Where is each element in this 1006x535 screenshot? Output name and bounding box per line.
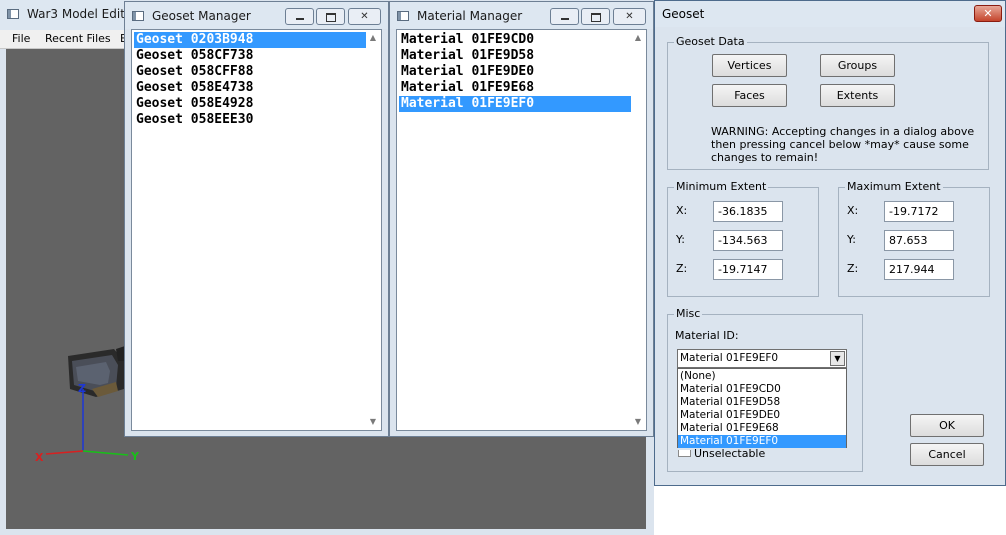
cancel-button[interactable]: Cancel [910, 443, 984, 466]
axis-z-label: Z [78, 382, 86, 395]
scroll-down-icon[interactable]: ▼ [633, 417, 643, 427]
min-x-field[interactable]: -36.1835 [713, 201, 783, 222]
material-id-selected: Material 01FE9EF0 [680, 352, 779, 364]
close-icon: ✕ [625, 11, 634, 22]
material-id-select[interactable]: Material 01FE9EF0 ▼ [677, 349, 847, 368]
scroll-up-icon[interactable]: ▲ [633, 33, 643, 43]
minimize-button[interactable] [550, 8, 579, 25]
axis-x-line [45, 450, 84, 455]
close-button[interactable]: ✕ [348, 8, 381, 25]
model-mesh [68, 345, 128, 397]
list-scrollbar[interactable]: ▲ ▼ [631, 30, 646, 430]
minimize-button[interactable] [285, 8, 314, 25]
dropdown-option[interactable]: (None) [678, 370, 846, 383]
material-list[interactable]: Material 01FE9CD0 Material 01FE9D58 Mate… [396, 29, 647, 431]
min-z-label: Z: [676, 262, 688, 275]
warning-line-3: changes to remain! [711, 151, 819, 164]
max-z-field[interactable]: 217.944 [884, 259, 954, 280]
geoset-dialog: Geoset ✕ Geoset Data Vertices Groups Fac… [654, 0, 1006, 486]
app-icon [7, 9, 19, 19]
material-manager-window: Material Manager ✕ Material 01FE9CD0 Mat… [389, 1, 654, 437]
list-item[interactable]: Geoset 058EEE30 [134, 112, 366, 128]
warning-line-2: then pressing cancel below *may* cause s… [711, 138, 969, 151]
groups-button[interactable]: Groups [820, 54, 895, 77]
dropdown-option[interactable]: Material 01FE9E68 [678, 422, 846, 435]
geoset-dialog-titlebar[interactable]: Geoset ✕ [655, 1, 1005, 27]
window-icon [397, 11, 409, 21]
list-item[interactable]: Material 01FE9D58 [399, 48, 631, 64]
scroll-down-icon[interactable]: ▼ [368, 417, 378, 427]
faces-button[interactable]: Faces [712, 84, 787, 107]
maximize-button[interactable] [581, 8, 610, 25]
material-id-label: Material ID: [675, 329, 739, 342]
main-titlebar[interactable]: War3 Model Editor [0, 0, 137, 30]
maximum-extent-group: Maximum Extent X: Y: Z: -19.7172 87.653 … [838, 180, 990, 297]
min-y-label: Y: [676, 233, 685, 246]
dialog-close-button[interactable]: ✕ [974, 5, 1002, 22]
chevron-down-icon[interactable]: ▼ [830, 351, 845, 366]
dropdown-option[interactable]: Material 01FE9DE0 [678, 409, 846, 422]
list-item[interactable]: Geoset 058CF738 [134, 48, 366, 64]
vertices-button[interactable]: Vertices [712, 54, 787, 77]
axis-y-line [82, 450, 129, 456]
scroll-up-icon[interactable]: ▲ [368, 33, 378, 43]
maximum-extent-label: Maximum Extent [845, 180, 943, 193]
min-y-field[interactable]: -134.563 [713, 230, 783, 251]
minimum-extent-label: Minimum Extent [674, 180, 769, 193]
list-item[interactable]: Geoset 0203B948 [134, 32, 366, 48]
unselectable-checkbox[interactable] [678, 450, 691, 457]
min-z-field[interactable]: -19.7147 [713, 259, 783, 280]
extents-button[interactable]: Extents [820, 84, 895, 107]
main-window-title: War3 Model Editor [27, 7, 138, 21]
axis-x-label: X [35, 451, 44, 464]
max-z-label: Z: [847, 262, 859, 275]
menu-recent-files[interactable]: Recent Files [45, 32, 111, 45]
misc-group: Misc Material ID: Material 01FE9EF0 ▼ (N… [667, 307, 863, 472]
minimum-extent-group: Minimum Extent X: Y: Z: -36.1835 -134.56… [667, 180, 819, 297]
geoset-manager-titlebar[interactable]: Geoset Manager ✕ [125, 2, 388, 29]
material-manager-titlebar[interactable]: Material Manager ✕ [390, 2, 653, 29]
max-y-label: Y: [847, 233, 856, 246]
max-y-field[interactable]: 87.653 [884, 230, 954, 251]
geoset-dialog-title: Geoset [662, 7, 705, 21]
list-scrollbar[interactable]: ▲ ▼ [366, 30, 381, 430]
window-icon [132, 11, 144, 21]
dropdown-option[interactable]: Material 01FE9CD0 [678, 383, 846, 396]
warning-line-1: WARNING: Accepting changes in a dialog a… [711, 125, 975, 138]
min-x-label: X: [676, 204, 688, 217]
material-id-dropdown[interactable]: (None) Material 01FE9CD0 Material 01FE9D… [677, 368, 847, 448]
list-item[interactable]: Material 01FE9EF0 [399, 96, 631, 112]
ok-button[interactable]: OK [910, 414, 984, 437]
list-item[interactable]: Material 01FE9DE0 [399, 64, 631, 80]
axis-y-label: Y [130, 450, 140, 463]
geoset-list[interactable]: Geoset 0203B948 Geoset 058CF738 Geoset 0… [131, 29, 382, 431]
max-x-field[interactable]: -19.7172 [884, 201, 954, 222]
geoset-manager-title: Geoset Manager [152, 9, 251, 23]
close-button[interactable]: ✕ [613, 8, 646, 25]
geoset-manager-window: Geoset Manager ✕ Geoset 0203B948 Geoset … [124, 1, 389, 437]
unselectable-label: Unselectable [694, 447, 766, 460]
maximize-button[interactable] [316, 8, 345, 25]
list-item[interactable]: Geoset 058E4928 [134, 96, 366, 112]
close-icon: ✕ [983, 7, 993, 20]
close-icon: ✕ [360, 11, 369, 22]
list-item[interactable]: Geoset 058E4738 [134, 80, 366, 96]
list-item[interactable]: Geoset 058CFF88 [134, 64, 366, 80]
menu-bar: File Recent Files E [0, 30, 130, 49]
misc-label: Misc [674, 307, 703, 320]
max-x-label: X: [847, 204, 859, 217]
geoset-data-label: Geoset Data [674, 35, 747, 48]
list-item[interactable]: Material 01FE9E68 [399, 80, 631, 96]
list-item[interactable]: Material 01FE9CD0 [399, 32, 631, 48]
material-manager-title: Material Manager [417, 9, 523, 23]
menu-file[interactable]: File [12, 32, 30, 45]
geoset-data-group: Geoset Data Vertices Groups Faces Extent… [667, 35, 989, 170]
dropdown-option[interactable]: Material 01FE9D58 [678, 396, 846, 409]
